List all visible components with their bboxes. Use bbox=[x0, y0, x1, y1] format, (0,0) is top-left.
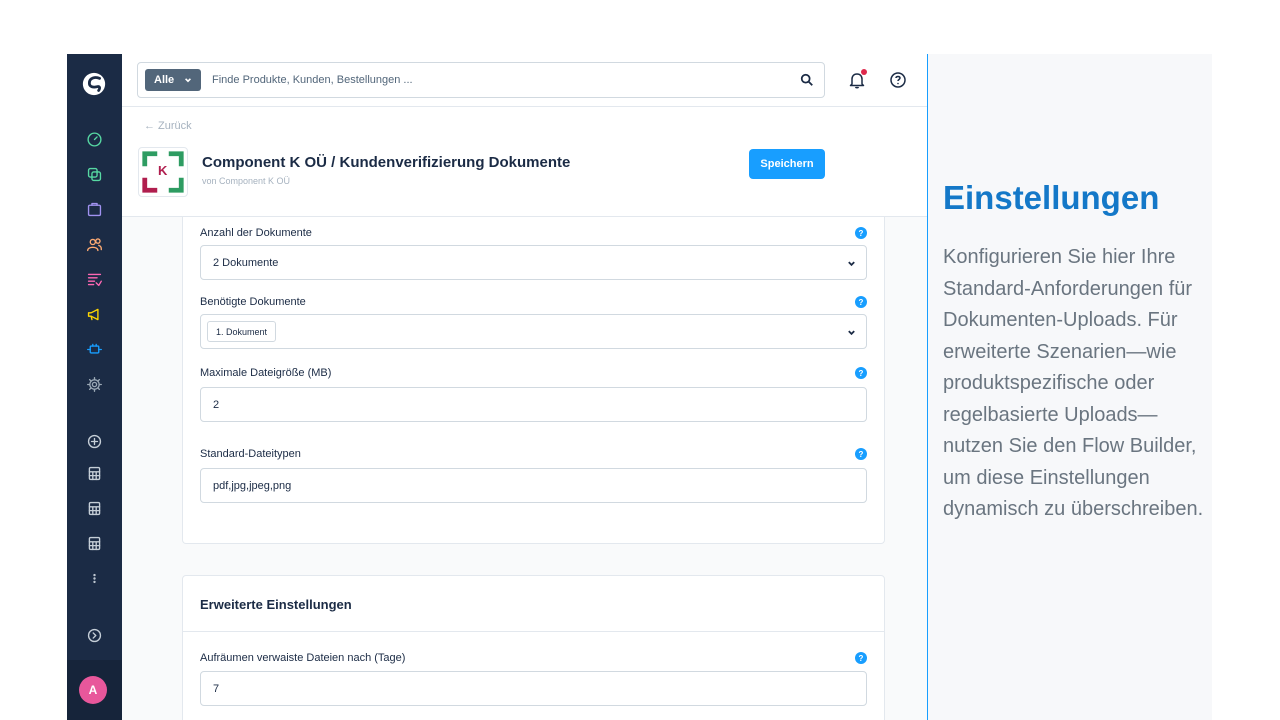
page-header: ← Zurück K Component K OÜ / Kundenverifi… bbox=[122, 107, 927, 217]
back-link[interactable]: ← Zurück bbox=[144, 120, 192, 132]
info-panel-title: Einstellungen bbox=[943, 179, 1160, 216]
help-icon[interactable]: ? bbox=[855, 227, 867, 239]
required-documents-select[interactable]: 1. Dokument bbox=[200, 314, 867, 349]
help-icon[interactable] bbox=[888, 70, 908, 90]
selected-document-chip[interactable]: 1. Dokument bbox=[207, 321, 277, 342]
save-button[interactable]: Speichern bbox=[749, 149, 825, 179]
help-icon[interactable]: ? bbox=[855, 296, 867, 308]
more-icon[interactable] bbox=[83, 567, 105, 589]
divider bbox=[183, 631, 884, 632]
cleanup-days-label: Aufräumen verwaiste Dateien nach (Tage) bbox=[200, 652, 406, 664]
chevron-down-icon bbox=[185, 78, 192, 83]
notification-badge bbox=[861, 69, 867, 75]
advanced-settings-title: Erweiterte Einstellungen bbox=[200, 597, 352, 612]
app-calculator-icon[interactable] bbox=[83, 497, 105, 519]
orders-icon[interactable] bbox=[83, 198, 105, 220]
help-icon[interactable]: ? bbox=[855, 367, 867, 379]
default-file-types-label: Standard-Dateitypen bbox=[200, 448, 301, 460]
search-input[interactable]: Finde Produkte, Kunden, Bestellungen ... bbox=[212, 74, 413, 86]
advanced-settings-card: Erweiterte Einstellungen Aufräumen verwa… bbox=[182, 575, 885, 720]
app-calculator-icon[interactable] bbox=[83, 532, 105, 554]
document-count-value: 2 Dokumente bbox=[213, 256, 279, 269]
max-file-size-input[interactable]: 2 bbox=[200, 387, 867, 422]
page-title: Component K OÜ / Kundenverifizierung Dok… bbox=[202, 154, 571, 171]
user-menu[interactable]: A bbox=[67, 660, 122, 720]
max-file-size-label: Maximale Dateigröße (MB) bbox=[200, 367, 332, 379]
search-scope-dropdown[interactable]: Alle bbox=[145, 69, 201, 91]
cleanup-days-input[interactable]: 7 bbox=[200, 671, 867, 706]
help-icon[interactable]: ? bbox=[855, 652, 867, 664]
customers-icon[interactable] bbox=[83, 233, 105, 255]
settings-icon[interactable] bbox=[83, 373, 105, 395]
app-calculator-icon[interactable] bbox=[83, 462, 105, 484]
document-count-label: Anzahl der Dokumente bbox=[200, 227, 312, 239]
settings-content: Anzahl der Dokumente ? 2 Dokumente Benöt… bbox=[122, 217, 927, 720]
expand-sidebar-icon[interactable] bbox=[83, 624, 105, 646]
required-documents-label: Benötigte Dokumente bbox=[200, 296, 306, 308]
app-window: A Alle Finde Produkte, Kunden, Bestellun… bbox=[0, 0, 1280, 720]
chevron-down-icon bbox=[848, 330, 855, 336]
page-subtitle: von Component K OÜ bbox=[202, 176, 291, 186]
info-panel-text: Konfigurieren Sie hier Ihre Standard-Anf… bbox=[943, 246, 1204, 520]
search-icon[interactable] bbox=[800, 73, 814, 87]
logo-letter: K bbox=[158, 163, 168, 178]
global-search[interactable]: Alle Finde Produkte, Kunden, Bestellunge… bbox=[137, 62, 825, 98]
sidebar: A bbox=[67, 54, 122, 720]
document-count-select[interactable]: 2 Dokumente bbox=[200, 245, 867, 280]
help-icon[interactable]: ? bbox=[855, 448, 867, 460]
avatar[interactable]: A bbox=[79, 676, 107, 704]
catalogue-icon[interactable] bbox=[83, 163, 105, 185]
top-bar: Alle Finde Produkte, Kunden, Bestellunge… bbox=[122, 54, 927, 107]
content-icon[interactable] bbox=[83, 268, 105, 290]
info-panel: Einstellungen Konfigurieren Sie hier Ihr… bbox=[928, 54, 1212, 720]
search-scope-label: Alle bbox=[154, 74, 175, 86]
dashboard-icon[interactable] bbox=[83, 128, 105, 150]
default-file-types-input[interactable]: pdf,jpg,jpeg,png bbox=[200, 468, 867, 503]
chevron-down-icon bbox=[848, 261, 855, 267]
extensions-icon[interactable] bbox=[83, 338, 105, 360]
add-icon[interactable] bbox=[83, 430, 105, 452]
settings-card: Anzahl der Dokumente ? 2 Dokumente Benöt… bbox=[182, 217, 885, 544]
shopware-logo-icon[interactable] bbox=[80, 70, 108, 98]
extension-logo: K bbox=[138, 147, 188, 197]
marketing-icon[interactable] bbox=[83, 303, 105, 325]
